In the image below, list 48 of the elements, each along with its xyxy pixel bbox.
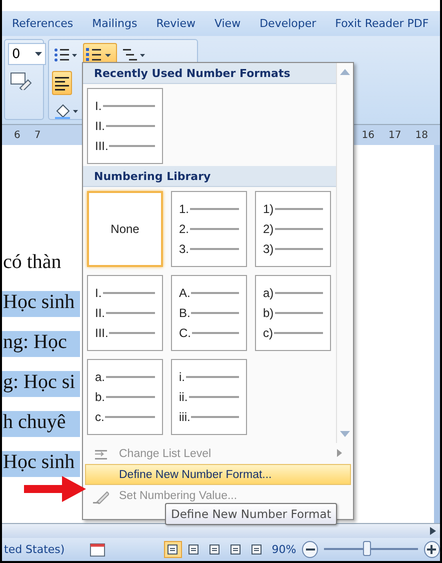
pointer-arrow-icon <box>24 476 86 502</box>
page-icon <box>209 544 220 555</box>
font-size-field[interactable]: 0 <box>8 43 46 65</box>
tooltip: Define New Number Format <box>165 503 338 525</box>
page-icon <box>188 544 200 555</box>
bullet-list-icon <box>54 47 78 63</box>
number-format-tile[interactable]: 1) 2) 3) <box>255 191 331 267</box>
ruler-number: 6 <box>14 130 20 140</box>
number-format-tile[interactable]: a. b. c. <box>87 359 163 435</box>
zoom-out-button[interactable] <box>302 541 318 558</box>
ribbon-tab[interactable]: Developer <box>260 17 316 30</box>
number-format-tile[interactable]: None <box>87 191 163 267</box>
page-icon <box>167 544 178 555</box>
ribbon-tab[interactable]: Review <box>156 17 196 30</box>
ruler-number: 17 <box>388 130 402 140</box>
scroll-up-icon <box>340 69 350 75</box>
plus-icon <box>427 545 436 554</box>
number-format-tile[interactable]: I. II. III. <box>87 88 163 164</box>
number-format-tile[interactable]: A. B. C. <box>171 275 247 351</box>
section-heading: Recently Used Number Formats <box>83 63 336 84</box>
zoom-in-button[interactable] <box>424 541 440 558</box>
ruler-number: 18 <box>415 130 428 140</box>
number-format-tile[interactable]: 1. 2. 3. <box>171 191 247 267</box>
eraser-icon <box>10 72 32 90</box>
ribbon-tab[interactable]: References <box>12 17 74 30</box>
ribbon-tab[interactable]: Foxit Reader PDF <box>335 17 429 30</box>
number-format-tile[interactable]: I. II. III. <box>87 275 163 351</box>
view-mode-button[interactable] <box>164 541 182 558</box>
align-left-icon <box>54 75 70 91</box>
align-left-button[interactable] <box>52 71 72 95</box>
ribbon-tab[interactable]: View <box>214 17 241 30</box>
language-status[interactable]: ted States) <box>4 543 65 556</box>
caret-icon <box>35 52 42 56</box>
section-heading: Numbering Library <box>83 166 336 187</box>
document-text-line: có thàn <box>2 251 62 275</box>
scroll-right-icon <box>430 527 436 535</box>
page-icon <box>251 544 262 555</box>
ribbon-tab[interactable]: Mailings <box>92 17 138 30</box>
ruler-number: 7 <box>34 130 41 140</box>
menu-command[interactable]: Define New Number Format... <box>85 464 351 485</box>
zoom-level[interactable]: 90% <box>272 543 296 556</box>
zoom-slider-thumb[interactable] <box>363 541 372 556</box>
page-icon <box>230 544 242 555</box>
scroll-down-icon <box>340 431 350 437</box>
number-format-tile[interactable]: i. ii. iii. <box>171 359 247 435</box>
ruler-number: 16 <box>362 130 375 140</box>
multilevel-list-icon <box>122 47 146 63</box>
number-format-tile[interactable]: a) b) c) <box>255 275 331 351</box>
